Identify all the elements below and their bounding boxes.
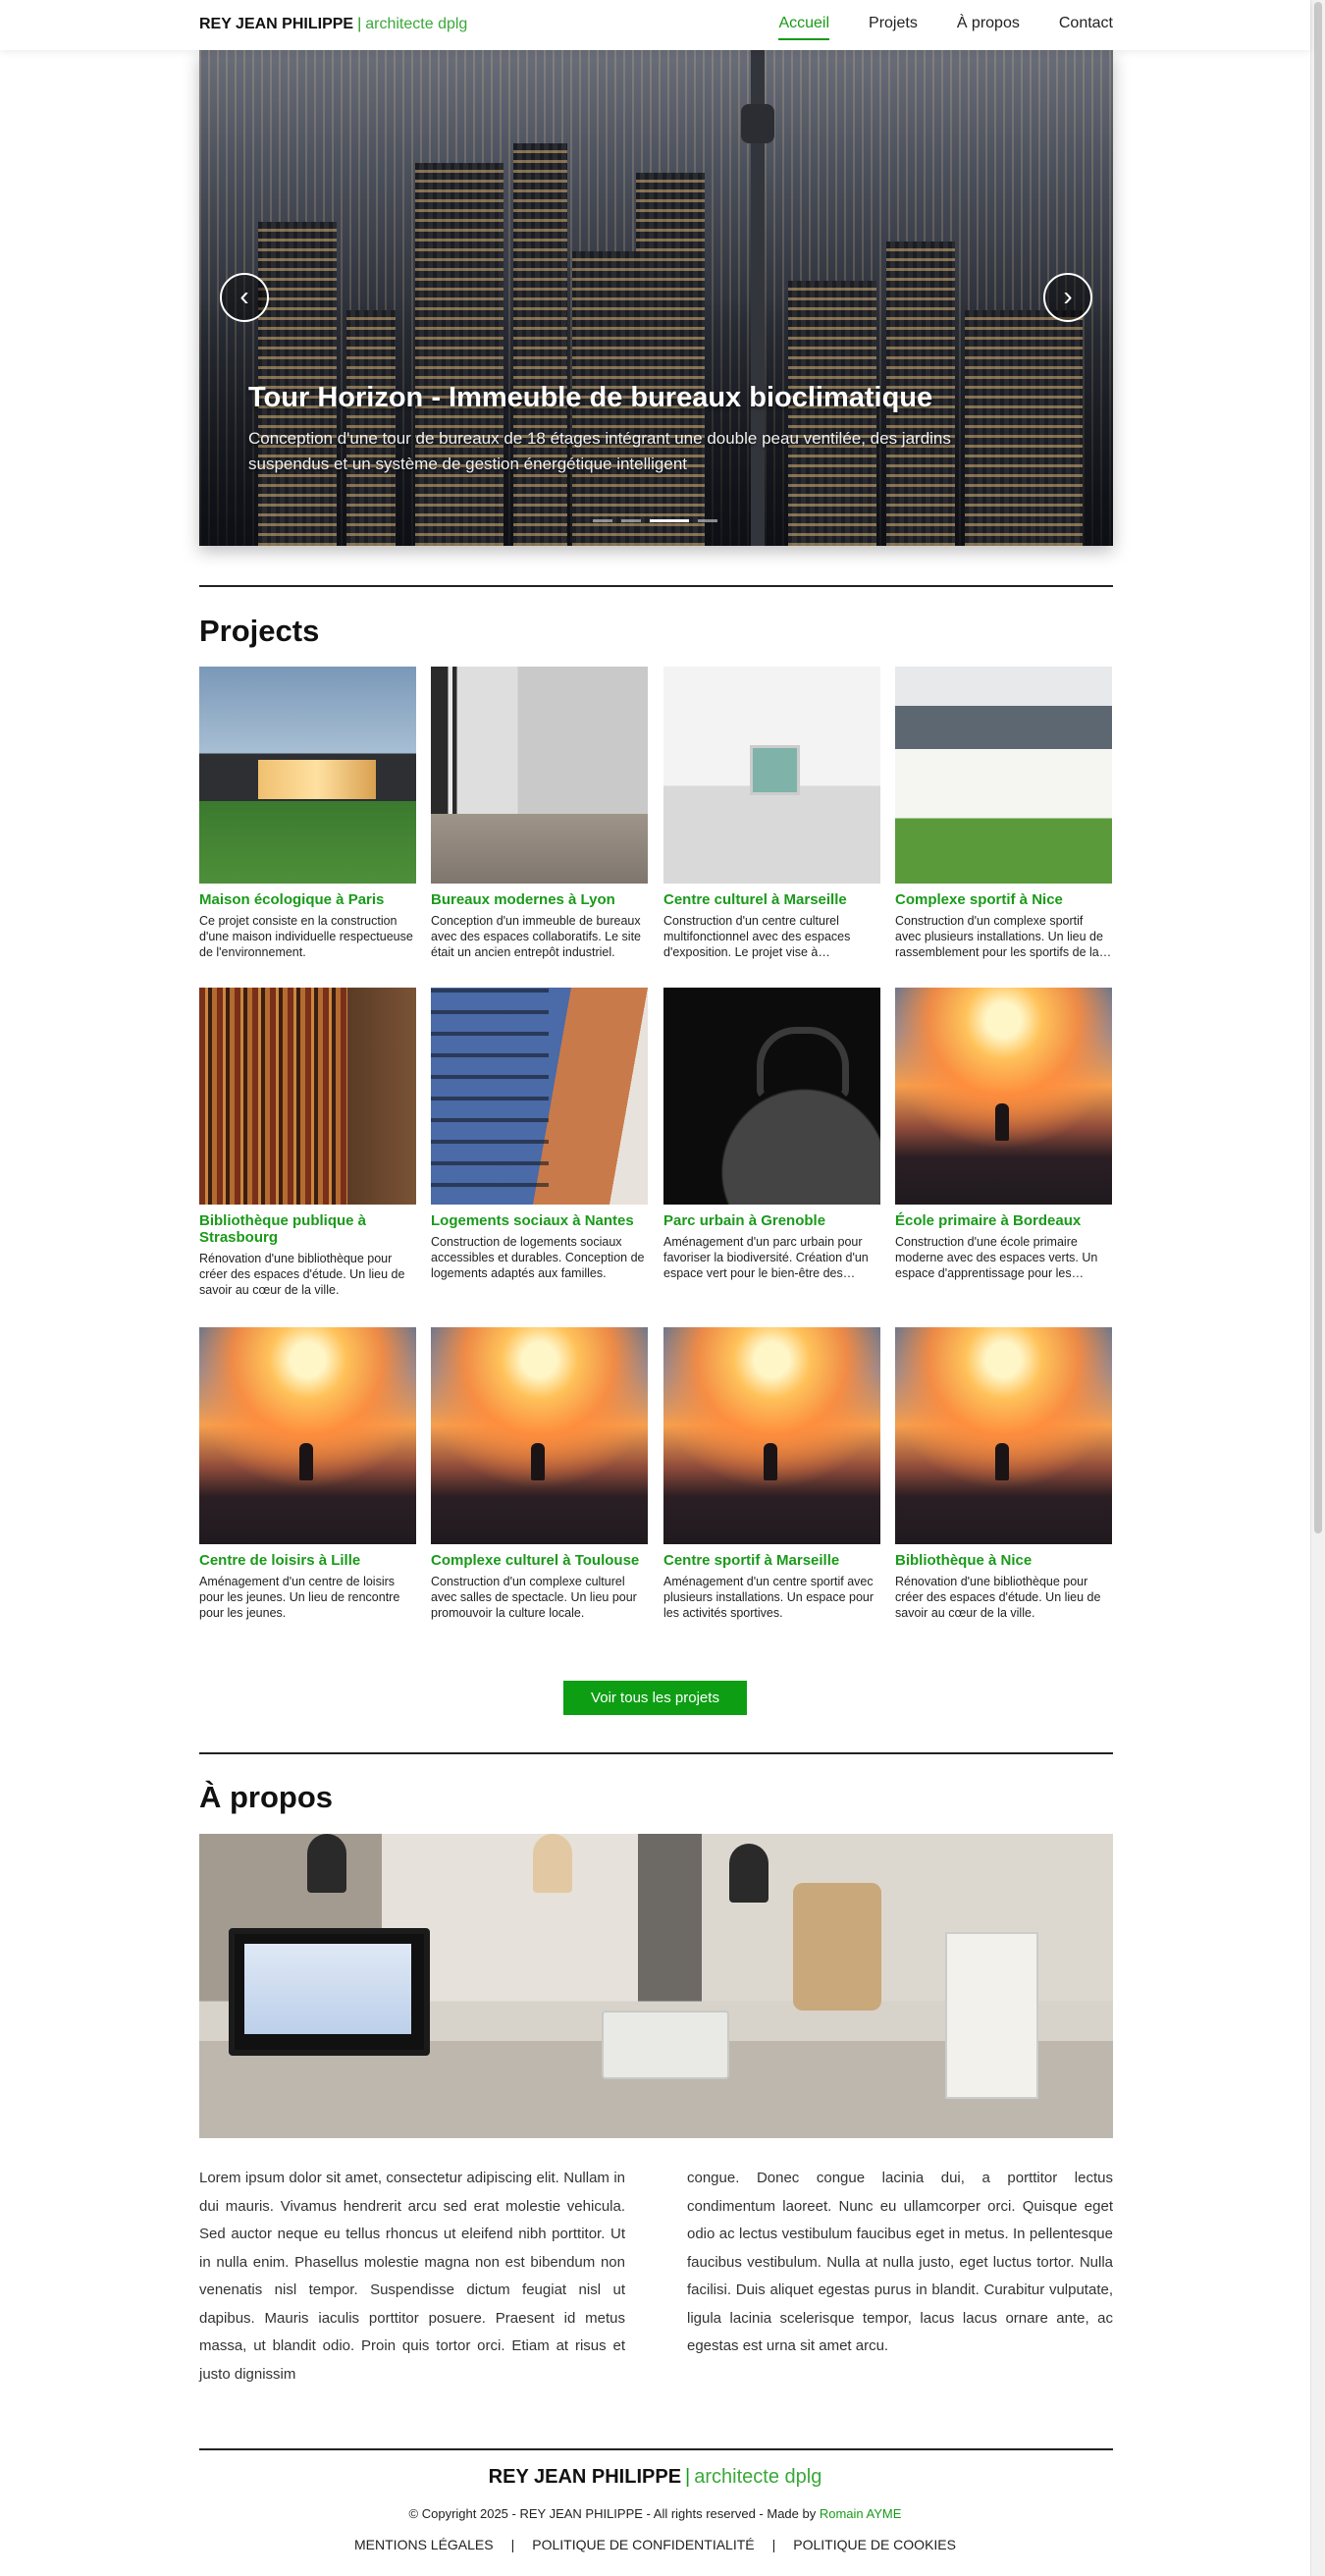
project-description: Construction d'un complexe culturel avec… <box>431 1575 637 1620</box>
project-description: Conception d'un immeuble de bureaux avec… <box>431 914 642 959</box>
copyright: © Copyright 2025 - REY JEAN PHILIPPE - A… <box>0 2506 1310 2521</box>
author-link[interactable]: Romain AYME <box>820 2506 902 2521</box>
project-description: Aménagement d'un parc urbain pour favori… <box>663 1235 869 1280</box>
project-image[interactable] <box>431 988 648 1205</box>
carousel-next-button[interactable]: › <box>1043 273 1092 322</box>
project-image[interactable] <box>199 667 416 884</box>
about-heading: À propos <box>199 1780 334 1814</box>
project-description: Construction de logements sociaux access… <box>431 1235 645 1280</box>
carousel-indicators <box>593 519 717 522</box>
project-title[interactable]: Centre de loisirs à Lille <box>199 1552 416 1569</box>
project-card[interactable]: Complexe culturel à Toulouse Construction… <box>431 1327 648 1621</box>
nav-link-projets[interactable]: Projets <box>869 15 918 40</box>
project-card[interactable]: Bureaux modernes à Lyon Conception d'un i… <box>431 667 648 960</box>
project-description: Rénovation d'une bibliothèque pour créer… <box>895 1575 1101 1620</box>
legal-separator: | <box>510 2537 515 2552</box>
project-card[interactable]: Parc urbain à Grenoble Aménagement d'un p… <box>663 988 880 1281</box>
project-description: Ce projet consiste en la construction d'… <box>199 914 413 959</box>
project-description: Aménagement d'un centre de loisirs pour … <box>199 1575 400 1620</box>
chevron-left-icon: ‹ <box>239 281 249 311</box>
project-title[interactable]: École primaire à Bordeaux <box>895 1212 1112 1229</box>
project-title[interactable]: Maison écologique à Paris <box>199 891 416 908</box>
projects-heading: Projects <box>199 614 320 648</box>
brand-logo[interactable]: REY JEAN PHILIPPE | architecte dplg <box>199 16 467 33</box>
project-title[interactable]: Parc urbain à Grenoble <box>663 1212 880 1229</box>
about-text-right: congue. Donec congue lacinia dui, a port… <box>687 2170 1113 2354</box>
footer-brand-separator: | <box>685 2466 691 2488</box>
footer-divider <box>199 2448 1113 2450</box>
project-card[interactable]: Centre culturel à Marseille Construction … <box>663 667 880 960</box>
project-title[interactable]: Bibliothèque publique à Strasbourg <box>199 1212 416 1246</box>
view-all-projects-button[interactable]: Voir tous les projets <box>563 1681 747 1715</box>
nav-link-accueil[interactable]: Accueil <box>778 15 830 40</box>
project-title[interactable]: Complexe culturel à Toulouse <box>431 1552 648 1569</box>
section-divider <box>199 1752 1113 1754</box>
carousel-indicator[interactable] <box>593 519 612 522</box>
project-card[interactable]: Centre sportif à Marseille Aménagement d'… <box>663 1327 880 1621</box>
project-description: Rénovation d'une bibliothèque pour créer… <box>199 1252 405 1297</box>
carousel-indicator[interactable] <box>650 519 689 522</box>
chevron-right-icon: › <box>1063 281 1073 311</box>
site-header: REY JEAN PHILIPPE | architecte dplg Accuei… <box>0 0 1310 50</box>
project-image[interactable] <box>895 988 1112 1205</box>
nav-link-a-propos[interactable]: À propos <box>957 15 1020 40</box>
footer-brand-subtitle: architecte dplg <box>694 2466 822 2488</box>
project-title[interactable]: Centre sportif à Marseille <box>663 1552 880 1569</box>
project-card[interactable]: Logements sociaux à Nantes Construction d… <box>431 988 648 1281</box>
nav-link-contact[interactable]: Contact <box>1059 15 1113 40</box>
hero-description: Conception d'une tour de bureaux de 18 é… <box>248 429 951 473</box>
project-card[interactable]: Complexe sportif à Nice Construction d'un… <box>895 667 1112 960</box>
about-text-left: Lorem ipsum dolor sit amet, consectetur … <box>199 2170 625 2383</box>
section-divider <box>199 585 1113 587</box>
legal-links: MENTIONS LÉGALES | POLITIQUE DE CONFIDENTI… <box>0 2537 1310 2552</box>
footer-brand-name: REY JEAN PHILIPPE <box>488 2466 682 2488</box>
project-description: Construction d'un centre culturel multif… <box>663 914 851 959</box>
carousel-indicator[interactable] <box>698 519 717 522</box>
scrollbar[interactable] <box>1310 0 1325 2576</box>
project-image[interactable] <box>895 1327 1112 1544</box>
project-image[interactable] <box>431 1327 648 1544</box>
project-image[interactable] <box>663 667 880 884</box>
privacy-policy-link[interactable]: POLITIQUE DE CONFIDENTIALITÉ <box>532 2537 754 2552</box>
carousel-indicator[interactable] <box>621 519 641 522</box>
project-card[interactable]: Bibliothèque à Nice Rénovation d'une bibl… <box>895 1327 1112 1621</box>
cookie-policy-link[interactable]: POLITIQUE DE COOKIES <box>793 2537 956 2552</box>
project-image[interactable] <box>431 667 648 884</box>
main-nav: Accueil Projets À propos Contact <box>778 15 1113 40</box>
project-image[interactable] <box>199 1327 416 1544</box>
legal-notice-link[interactable]: MENTIONS LÉGALES <box>354 2537 494 2552</box>
project-title[interactable]: Bureaux modernes à Lyon <box>431 891 648 908</box>
footer-brand: REY JEAN PHILIPPE | architecte dplg <box>0 2466 1310 2489</box>
brand-subtitle: architecte dplg <box>365 16 468 32</box>
project-image[interactable] <box>663 1327 880 1544</box>
project-description: Construction d'un complexe sportif avec … <box>895 914 1103 959</box>
carousel-prev-button[interactable]: ‹ <box>220 273 269 322</box>
project-title[interactable]: Complexe sportif à Nice <box>895 891 1112 908</box>
project-card[interactable]: École primaire à Bordeaux Construction d'… <box>895 988 1112 1281</box>
project-title[interactable]: Logements sociaux à Nantes <box>431 1212 648 1229</box>
project-image[interactable] <box>895 667 1112 884</box>
brand-separator: | <box>357 16 362 32</box>
project-description: Aménagement d'un centre sportif avec plu… <box>663 1575 874 1620</box>
project-card[interactable]: Bibliothèque publique à Strasbourg Rénova… <box>199 988 416 1298</box>
hero-title: Tour Horizon - Immeuble de bureaux biocl… <box>248 382 933 413</box>
project-card[interactable]: Centre de loisirs à Lille Aménagement d'u… <box>199 1327 416 1621</box>
legal-separator: | <box>771 2537 776 2552</box>
brand-name: REY JEAN PHILIPPE <box>199 16 354 32</box>
project-title[interactable]: Centre culturel à Marseille <box>663 891 880 908</box>
project-title[interactable]: Bibliothèque à Nice <box>895 1552 1112 1569</box>
hero-carousel: ‹ › Tour Horizon - Immeuble de bureaux b… <box>199 50 1113 546</box>
project-description: Construction d'une école primaire modern… <box>895 1235 1098 1280</box>
project-card[interactable]: Maison écologique à Paris Ce projet consi… <box>199 667 416 960</box>
project-image[interactable] <box>199 988 416 1205</box>
about-office-image <box>199 1834 1113 2138</box>
copyright-text: © Copyright 2025 - REY JEAN PHILIPPE - A… <box>408 2506 817 2521</box>
project-image[interactable] <box>663 988 880 1205</box>
scrollbar-thumb[interactable] <box>1314 2 1322 1533</box>
